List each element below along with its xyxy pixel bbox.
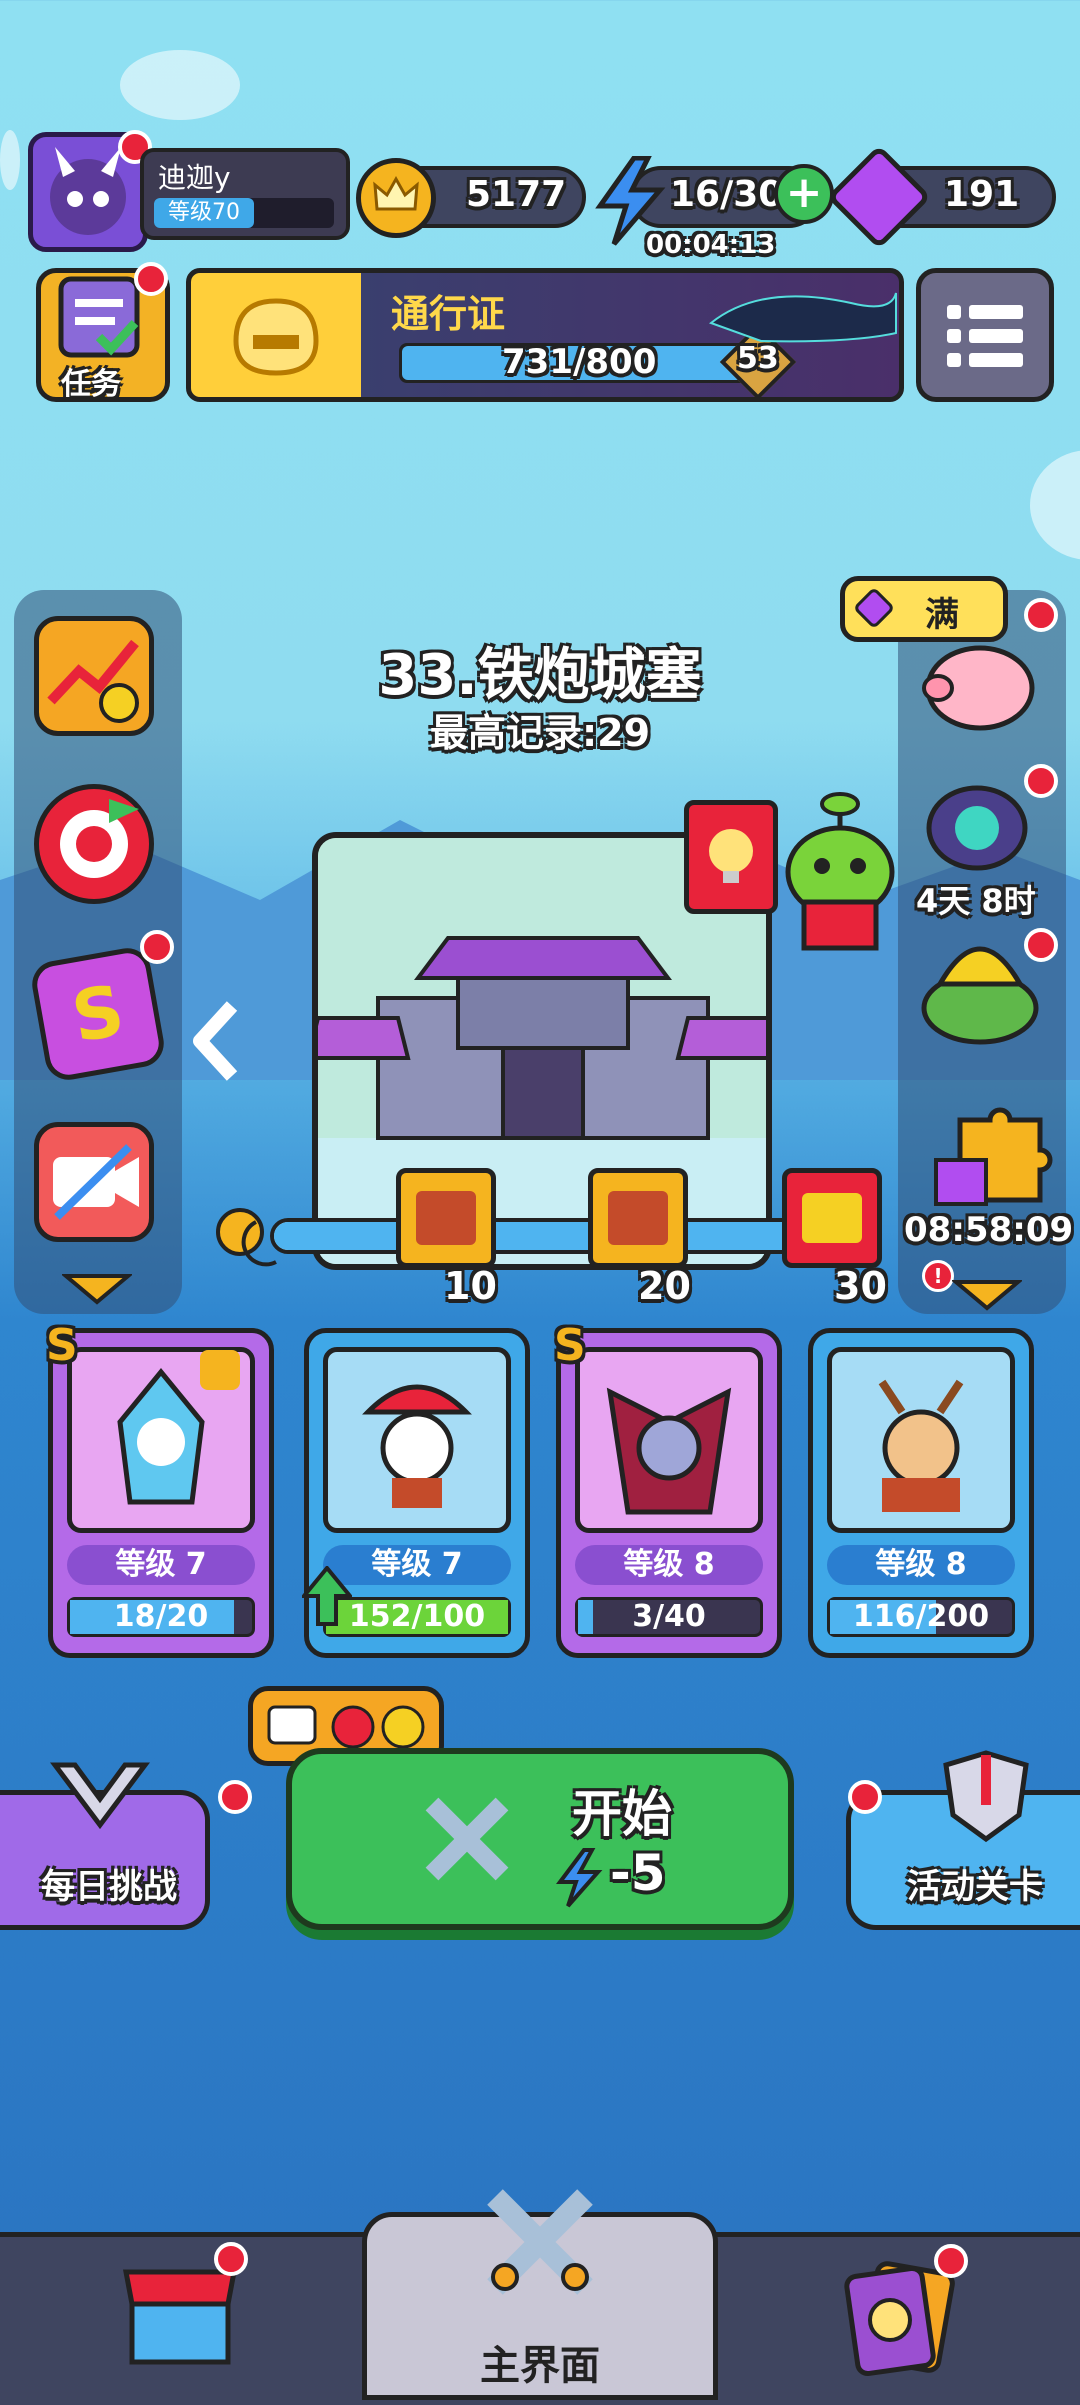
milestone-chest-2[interactable] xyxy=(588,1168,688,1268)
hero-progress: 18/20 xyxy=(67,1597,255,1637)
s-card-notification-dot xyxy=(140,930,174,964)
gem-amount: 191 xyxy=(944,174,1020,215)
player-panel: 迪迦y 等级70 xyxy=(140,148,350,240)
player-level: 等级70 xyxy=(168,200,240,225)
milestone-label-3: 30 xyxy=(834,1264,887,1308)
hero-progress: 3/40 xyxy=(575,1597,763,1637)
hero-card-3[interactable]: 等级 8 3/40 xyxy=(556,1328,782,1658)
menu-button[interactable] xyxy=(916,268,1054,402)
add-energy-button[interactable]: + xyxy=(774,164,834,224)
hero-level: 等级 8 xyxy=(827,1545,1015,1585)
hero-card-1[interactable]: 等级 7 18/20 xyxy=(48,1328,274,1658)
energy-timer: 00:04:13 xyxy=(646,230,776,260)
hero-level: 等级 7 xyxy=(67,1545,255,1585)
hero-rank-1: S xyxy=(46,1320,78,1371)
hero-card-4[interactable]: 等级 8 116/200 xyxy=(808,1328,1034,1658)
milestone-label-1: 10 xyxy=(444,1264,497,1308)
battle-pass-banner[interactable]: 通行证 731/800 53 xyxy=(186,268,904,402)
puzzle-timer: 08:58:09 xyxy=(904,1210,1074,1250)
water-drop-icon xyxy=(200,1350,240,1390)
start-cost: -5 xyxy=(610,1844,666,1902)
piggy-notification-dot xyxy=(1024,598,1058,632)
crab-notification-dot xyxy=(1024,764,1058,798)
trophy-badge-icon xyxy=(50,1762,150,1830)
upgrade-arrow-icon xyxy=(302,1566,352,1626)
milestone-label-2: 20 xyxy=(638,1264,691,1308)
tasks-label: 任务 xyxy=(61,367,121,402)
cards-notification-dot xyxy=(934,2244,968,2278)
crossed-swords-icon xyxy=(487,2189,593,2295)
target-timer-icon[interactable] xyxy=(34,784,154,904)
pass-title: 通行证 xyxy=(391,292,506,336)
daily-challenge-button[interactable]: 每日挑战 xyxy=(0,1762,210,1930)
tip-book-icon[interactable] xyxy=(684,800,778,914)
gold-amount: 5177 xyxy=(466,174,567,215)
gem-small-icon xyxy=(852,586,896,630)
milestone-chest-1[interactable] xyxy=(396,1168,496,1268)
shop-icon xyxy=(122,2269,238,2365)
alert-icon: ! xyxy=(922,1260,954,1292)
start-label: 开始 xyxy=(572,1785,672,1843)
event-stage-label: 活动关卡 xyxy=(907,1867,1043,1907)
event-timer: 4天 8时 xyxy=(916,882,1036,920)
hero-rank-3: S xyxy=(554,1320,586,1371)
daily-notification-dot xyxy=(218,1780,252,1814)
chevron-down-icon[interactable] xyxy=(62,1270,132,1306)
crossed-swords-icon xyxy=(425,1797,509,1881)
no-video-icon[interactable] xyxy=(34,1122,154,1242)
shop-tab[interactable] xyxy=(120,2260,240,2370)
tasks-notification-dot xyxy=(134,262,168,296)
daily-challenge-label: 每日挑战 xyxy=(41,1867,177,1907)
piggy-bank-icon[interactable] xyxy=(914,630,1044,740)
chevron-left-icon[interactable] xyxy=(186,996,246,1086)
crystal-crab-icon[interactable] xyxy=(912,768,1042,878)
crown-coin-icon xyxy=(356,158,436,238)
turtle-notification-dot xyxy=(1024,928,1058,962)
piggy-label: 满 xyxy=(925,595,959,635)
event-notification-dot xyxy=(848,1780,882,1814)
lightning-icon xyxy=(556,1848,603,1908)
gem-icon xyxy=(826,144,932,250)
whale-icon xyxy=(708,292,897,343)
energy-amount: 16/30 xyxy=(670,174,784,215)
event-stage-button[interactable]: 活动关卡 xyxy=(846,1750,1080,1930)
main-tab-label: 主界面 xyxy=(480,2343,600,2389)
shop-notification-dot xyxy=(214,2242,248,2276)
hero-level: 等级 8 xyxy=(575,1545,763,1585)
list-menu-icon xyxy=(947,305,1023,367)
pass-progress-text: 731/800 xyxy=(502,342,657,382)
main-tab[interactable]: 主界面 xyxy=(362,2189,718,2400)
hero-progress: 116/200 xyxy=(827,1597,1015,1637)
puzzle-gift-icon[interactable] xyxy=(930,1100,1060,1210)
start-button[interactable]: 开始 -5 xyxy=(286,1748,794,1930)
green-mascot-icon[interactable] xyxy=(770,792,910,962)
jester-portrait xyxy=(323,1347,511,1533)
chevron-down-icon[interactable] xyxy=(952,1276,1022,1312)
vampire-portrait xyxy=(575,1347,763,1533)
milestone-chest-3[interactable] xyxy=(782,1168,882,1268)
backpack-icon xyxy=(233,298,319,376)
deer-druid-portrait xyxy=(827,1347,1015,1533)
s-card-icon[interactable]: S xyxy=(28,944,168,1084)
player-name: 迪迦y xyxy=(158,161,231,194)
shield-sword-icon xyxy=(943,1750,1029,1843)
